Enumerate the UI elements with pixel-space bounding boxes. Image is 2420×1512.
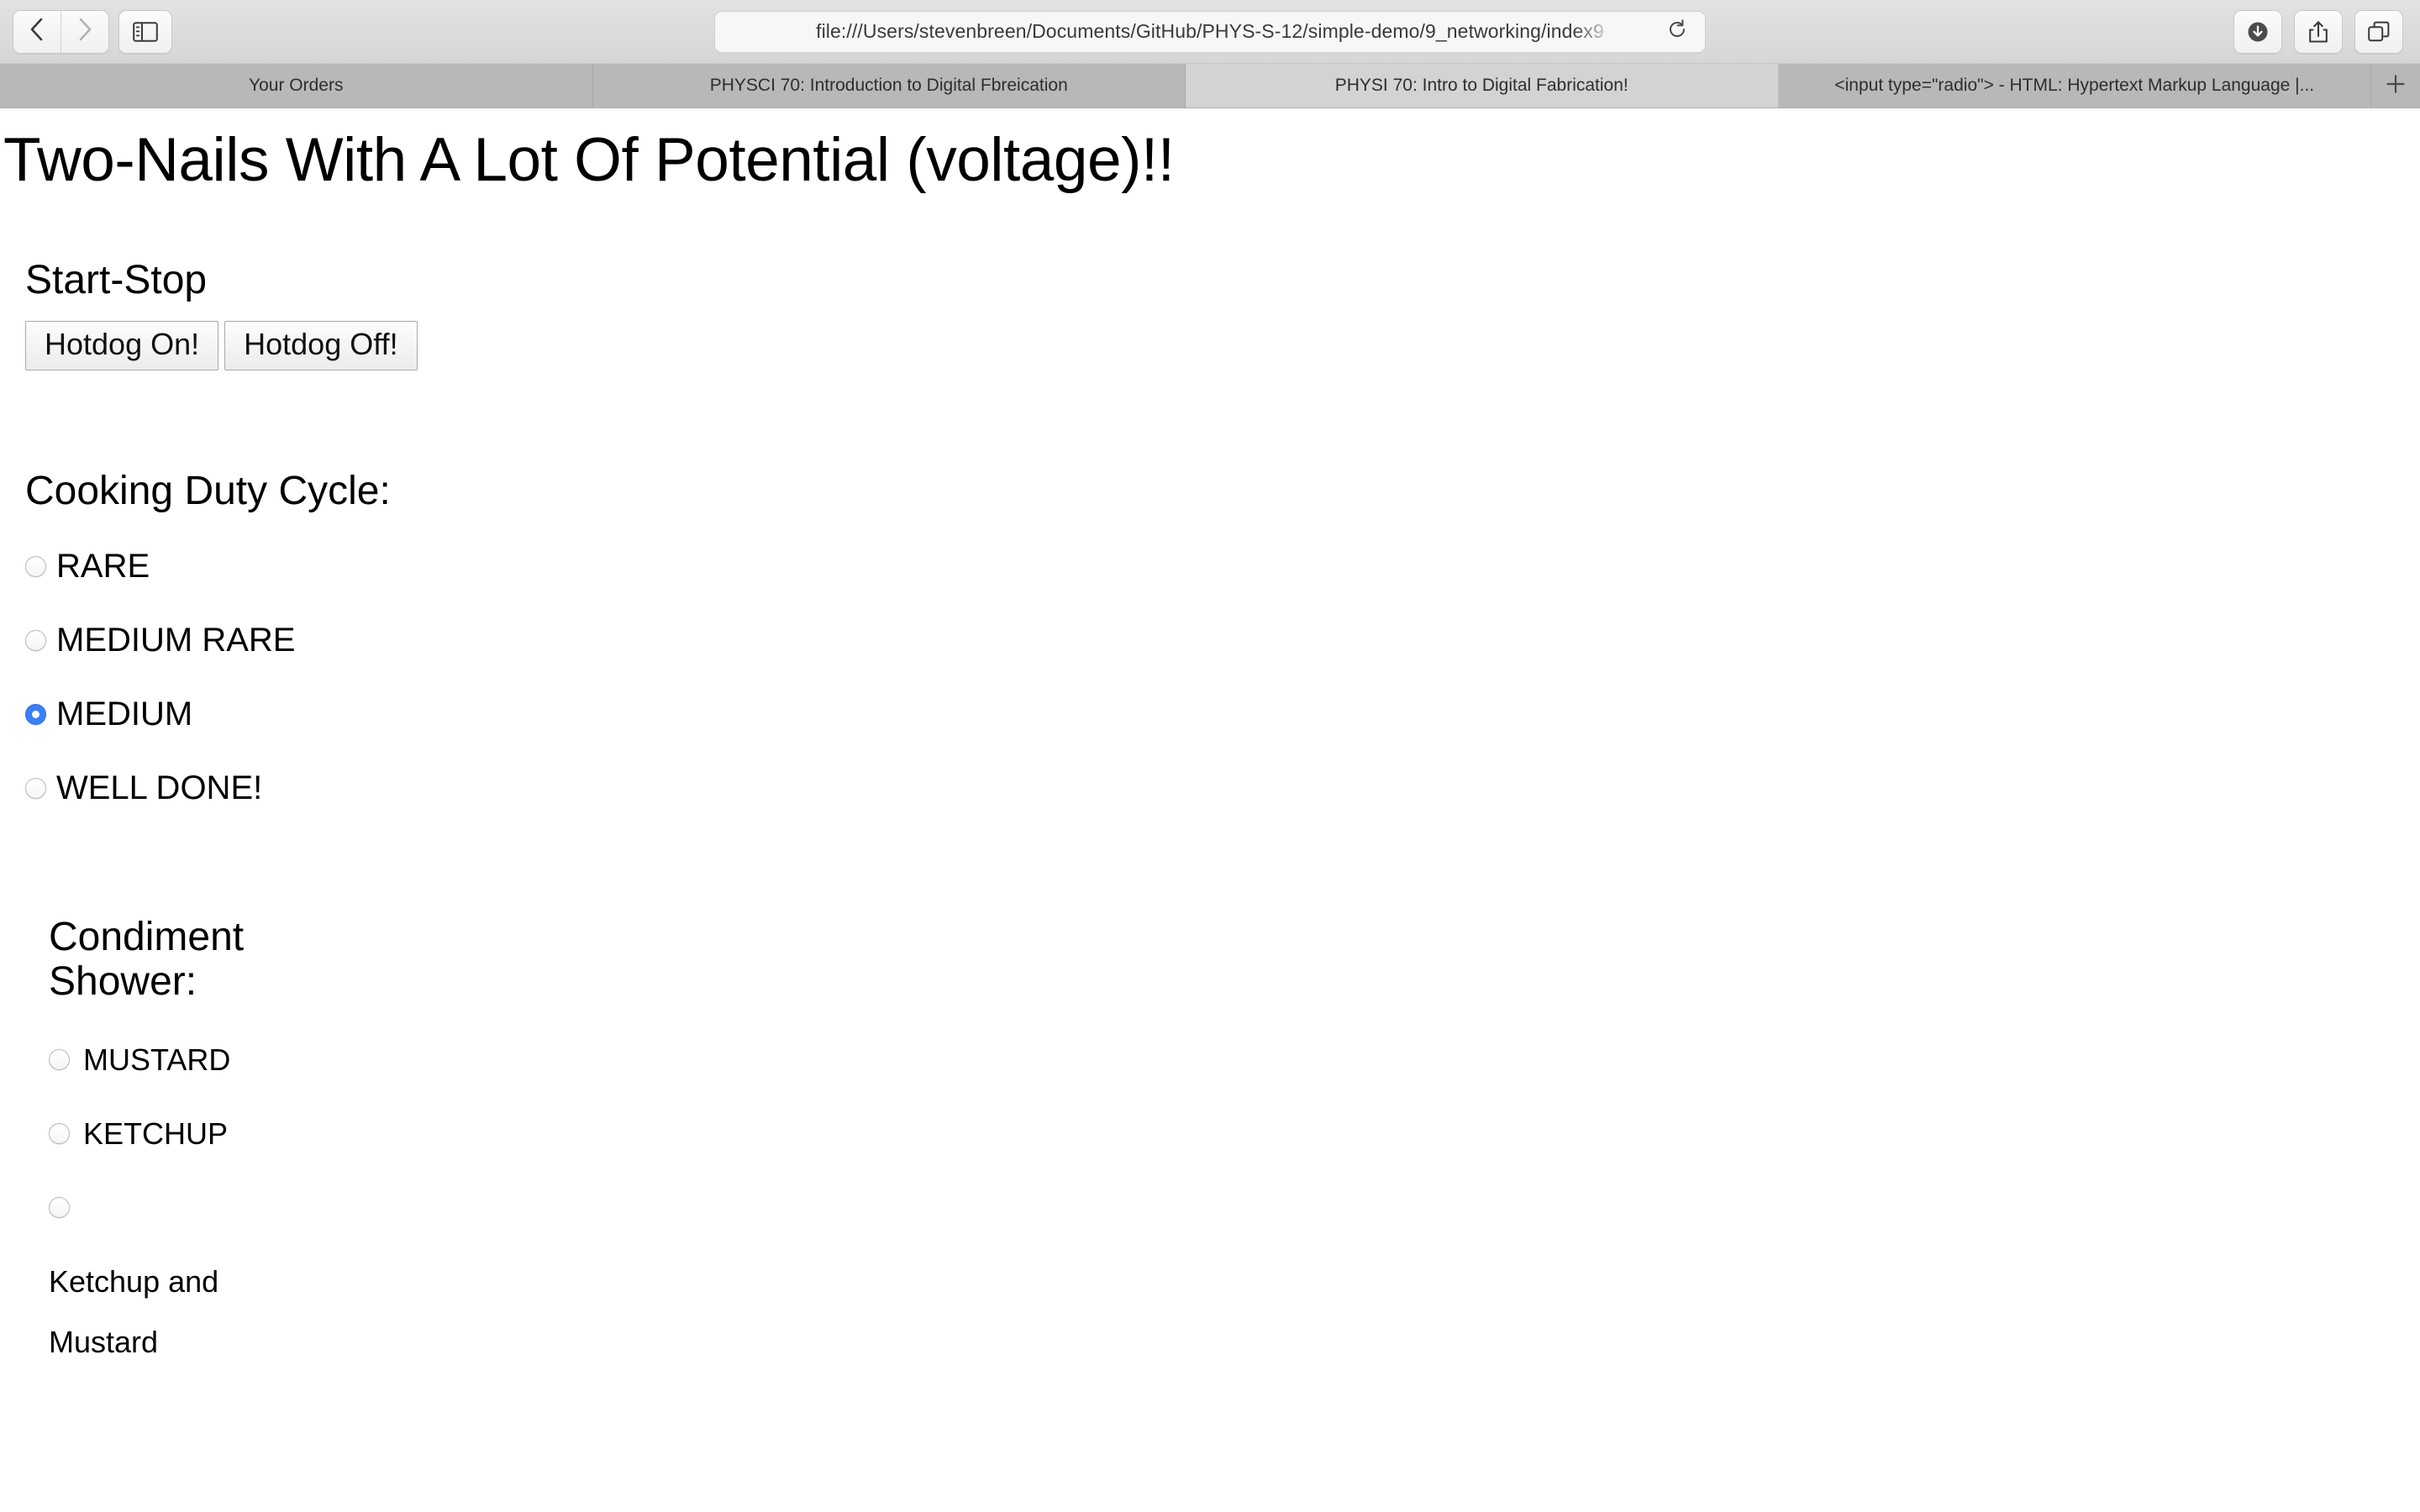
forward-button[interactable] (60, 10, 108, 53)
back-button[interactable] (13, 11, 60, 53)
address-bar[interactable]: file:///Users/stevenbreen/Documents/GitH… (714, 10, 1706, 53)
reload-icon (1666, 18, 1688, 45)
condiment-shower-heading: Condiment Shower: (49, 915, 318, 1005)
radio-button-icon[interactable] (49, 1123, 70, 1145)
condiment-label-line-1: Ketchup and (49, 1263, 219, 1299)
sidebar-icon (133, 21, 158, 42)
radio-label: MEDIUM (56, 696, 193, 733)
condiment-option-mustard[interactable]: MUSTARD (49, 1023, 2420, 1097)
new-tab-button[interactable] (2371, 64, 2420, 108)
start-stop-heading: Start-Stop (25, 257, 208, 302)
duty-cycle-option-medium[interactable]: MEDIUM (25, 677, 2420, 751)
condiment-shower-section: Condiment Shower: MUSTARD KETCHUP Ketchu… (0, 915, 2420, 1357)
tab-title: <input type="radio"> - HTML: Hypertext M… (1834, 76, 2315, 95)
radio-button-icon-selected[interactable] (25, 703, 46, 725)
cooking-duty-cycle-heading: Cooking Duty Cycle: (25, 469, 391, 514)
radio-label: MUSTARD (83, 1042, 231, 1077)
address-bar-container: file:///Users/stevenbreen/Documents/GitH… (714, 10, 1706, 53)
condiment-label-line-2: Mustard (49, 1324, 159, 1359)
tab-title: PHYSI 70: Intro to Digital Fabrication! (1334, 76, 1628, 95)
radio-button-icon[interactable] (25, 555, 46, 577)
radio-label: RARE (56, 548, 150, 585)
browser-tab-4[interactable]: <input type="radio"> - HTML: Hypertext M… (1778, 64, 2371, 108)
browser-tab-3-active[interactable]: PHYSI 70: Intro to Digital Fabrication! (1186, 64, 1779, 108)
toolbar-left-group (0, 9, 172, 54)
url-text: file:///Users/stevenbreen/Documents/GitH… (816, 20, 1604, 42)
condiment-heading-line-2: Shower: (49, 958, 197, 1004)
duty-cycle-option-rare[interactable]: RARE (25, 529, 2420, 603)
radio-button-icon[interactable] (25, 777, 46, 799)
page-title: Two-Nails With A Lot Of Potential (volta… (3, 126, 1175, 194)
copy-tabs-icon (2367, 20, 2391, 44)
hotdog-off-button[interactable]: Hotdog Off! (224, 321, 418, 371)
condiment-option-ketchup-and-mustard-label: Ketchup and Mustard (49, 1263, 2420, 1359)
reload-button[interactable] (1665, 19, 1690, 45)
sidebar-toggle-button[interactable] (118, 9, 172, 54)
duty-cycle-option-medium-rare[interactable]: MEDIUM RARE (25, 603, 2420, 677)
tab-title: PHYSCI 70: Introduction to Digital Fbrei… (709, 76, 1068, 95)
condiment-option-ketchup[interactable]: KETCHUP (49, 1097, 2420, 1171)
start-stop-section: Start-Stop Hotdog On! Hotdog Off! (0, 257, 2420, 371)
page-content: Two-Nails With A Lot Of Potential (volta… (0, 126, 2420, 1357)
condiment-radio-group: MUSTARD KETCHUP Ketchup and Mustard (49, 1023, 2420, 1357)
navigation-button-group (13, 9, 109, 54)
downloads-button[interactable] (2233, 9, 2282, 54)
browser-tab-1[interactable]: Your Orders (0, 64, 593, 108)
hotdog-on-button[interactable]: Hotdog On! (25, 321, 219, 371)
radio-label: WELL DONE! (56, 769, 263, 807)
toolbar-right-group (2233, 9, 2403, 54)
browser-chrome: file:///Users/stevenbreen/Documents/GitH… (0, 0, 2420, 108)
chevron-left-icon (28, 17, 46, 46)
tab-overview-button[interactable] (2354, 9, 2403, 54)
radio-label: MEDIUM RARE (56, 622, 296, 659)
radio-button-icon[interactable] (25, 629, 46, 651)
radio-label: KETCHUP (83, 1116, 229, 1151)
download-icon (2245, 19, 2270, 45)
chevron-right-icon (76, 17, 94, 46)
share-button[interactable] (2294, 9, 2343, 54)
browser-tab-2[interactable]: PHYSCI 70: Introduction to Digital Fbrei… (592, 64, 1186, 108)
cooking-duty-cycle-radio-group: RARE MEDIUM RARE MEDIUM WELL DONE! (25, 529, 2420, 825)
condiment-heading-line-1: Condiment (49, 915, 245, 960)
browser-toolbar: file:///Users/stevenbreen/Documents/GitH… (0, 0, 2420, 63)
plus-icon (2385, 73, 2407, 99)
radio-button-icon[interactable] (49, 1197, 70, 1219)
start-stop-button-row: Hotdog On! Hotdog Off! (25, 321, 2420, 371)
tab-bar: Your Orders PHYSCI 70: Introduction to D… (0, 63, 2420, 108)
duty-cycle-option-well-done[interactable]: WELL DONE! (25, 751, 2420, 825)
condiment-option-ketchup-and-mustard[interactable] (49, 1171, 2420, 1245)
radio-button-icon[interactable] (49, 1049, 70, 1071)
cooking-duty-cycle-section: Cooking Duty Cycle: RARE MEDIUM RARE MED… (0, 469, 2420, 825)
tab-title: Your Orders (249, 76, 344, 95)
share-icon (2307, 19, 2329, 45)
